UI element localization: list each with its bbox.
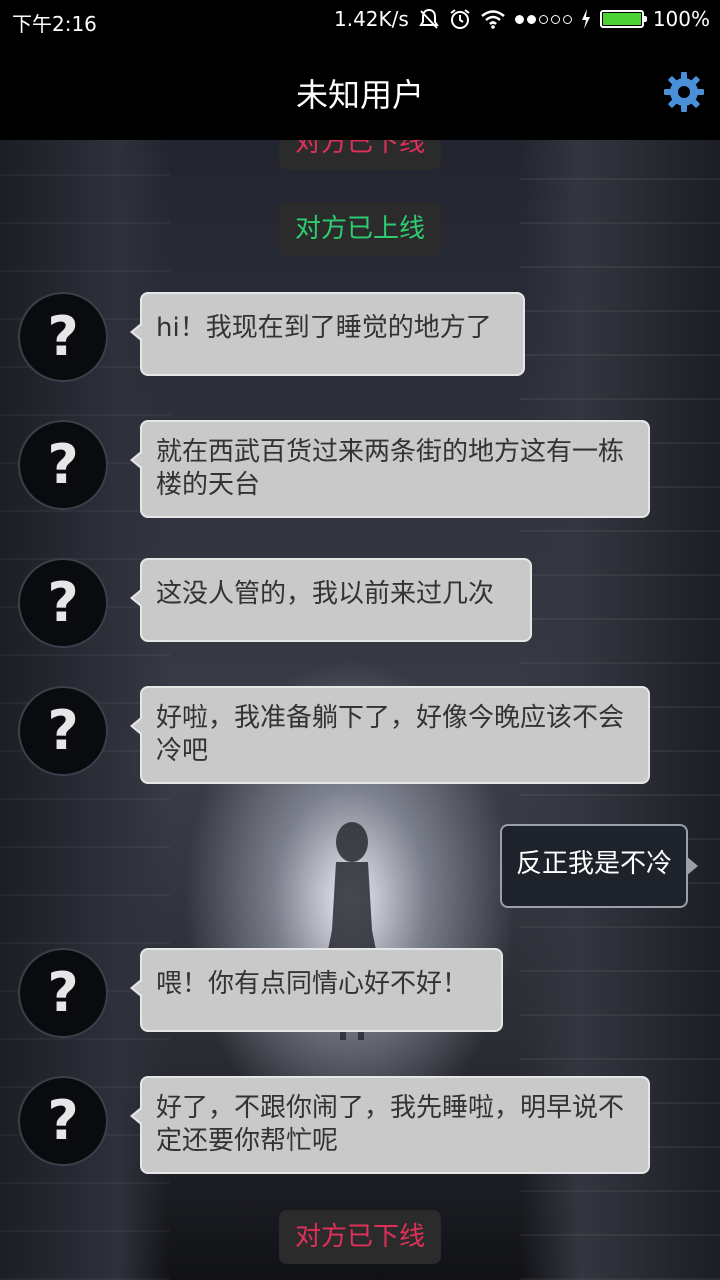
gear-icon[interactable] [662, 70, 706, 114]
incoming-message[interactable]: 好啦，我准备躺下了，好像今晚应该不会冷吧 [130, 686, 650, 784]
status-icons: 1.42K/s 100% [334, 7, 710, 31]
alarm-icon [450, 9, 470, 29]
incoming-message[interactable]: 喂！你有点同情心好不好！ [130, 948, 503, 1032]
page-title: 未知用户 [295, 76, 424, 114]
signal-icon [514, 14, 572, 24]
incoming-message[interactable]: 这没人管的，我以前来过几次 [130, 558, 532, 642]
network-speed: 1.42K/s [334, 7, 409, 31]
system-message-offline: 对方已下线 [278, 140, 442, 170]
system-message-online: 对方已上线 [278, 202, 442, 256]
outgoing-message[interactable]: 反正我是不冷 [499, 824, 699, 908]
app-bar: 未知用户 [0, 40, 720, 140]
battery-fill [602, 13, 641, 25]
avatar[interactable]: ? [18, 292, 108, 382]
question-mark-icon: ? [47, 961, 79, 1024]
avatar[interactable]: ? [18, 558, 108, 648]
status-bar: 下午2:16 1.42K/s 100% [0, 0, 720, 40]
system-message-offline: 对方已下线 [278, 1210, 442, 1264]
chat-area[interactable]: 对方已下线 对方已上线 ? hi！我现在到了睡觉的地方了 ? 就在西武百货过来两… [0, 140, 720, 1280]
battery-percent: 100% [652, 7, 710, 31]
question-mark-icon: ? [47, 305, 79, 368]
avatar[interactable]: ? [18, 686, 108, 776]
question-mark-icon: ? [47, 571, 79, 634]
incoming-message[interactable]: hi！我现在到了睡觉的地方了 [130, 292, 525, 376]
question-mark-icon: ? [47, 1089, 79, 1152]
question-mark-icon: ? [47, 699, 79, 762]
avatar[interactable]: ? [18, 948, 108, 1038]
incoming-message[interactable]: 好了，不跟你闹了，我先睡啦，明早说不定还要你帮忙呢 [130, 1076, 650, 1174]
status-time: 下午2:16 [12, 12, 97, 36]
avatar[interactable]: ? [18, 420, 108, 510]
mute-bell-icon [418, 8, 439, 29]
question-mark-icon: ? [47, 433, 79, 496]
battery-icon [599, 10, 647, 28]
wifi-icon [481, 10, 505, 29]
avatar[interactable]: ? [18, 1076, 108, 1166]
incoming-message[interactable]: 就在西武百货过来两条街的地方这有一栋楼的天台 [130, 420, 650, 518]
charging-icon [581, 9, 590, 29]
